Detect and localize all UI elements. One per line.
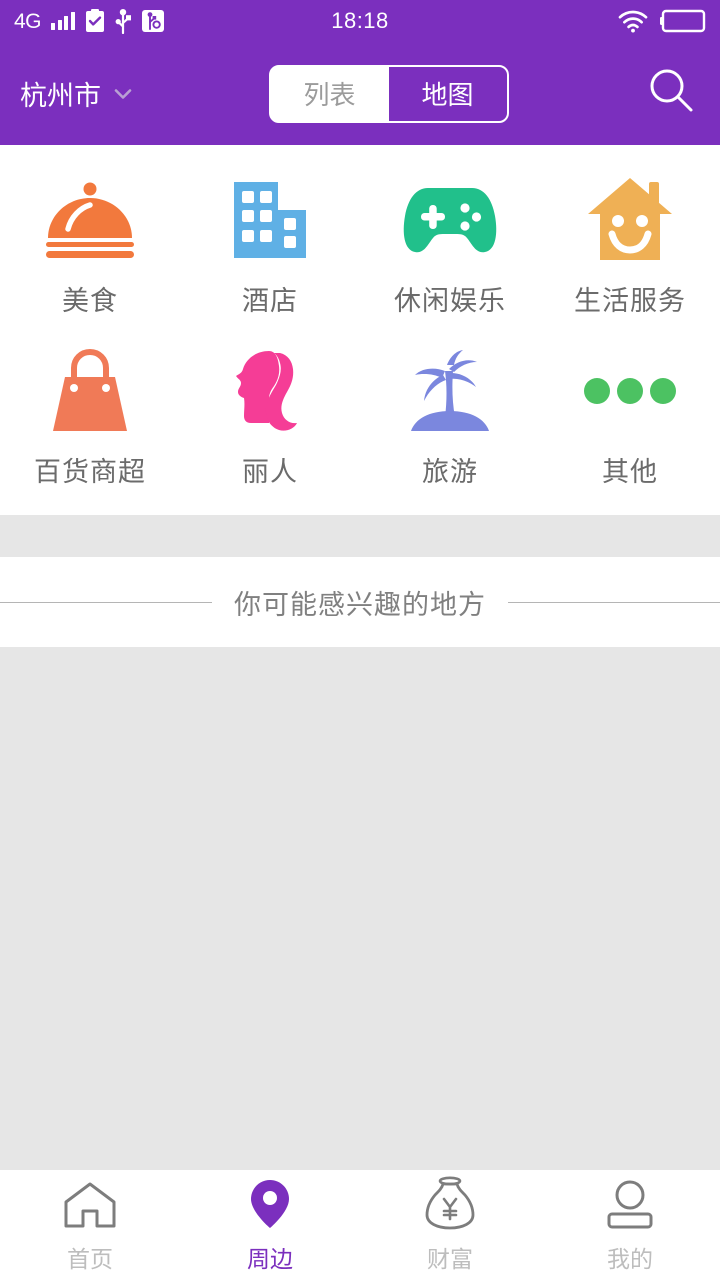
search-button[interactable]: [644, 66, 700, 122]
category-item-food[interactable]: 美食: [0, 171, 180, 324]
woman-profile-icon: [225, 348, 315, 434]
wifi-icon: [618, 10, 648, 33]
category-label: 生活服务: [574, 286, 686, 316]
tab-label: 首页: [67, 1245, 113, 1272]
home-icon: [62, 1178, 118, 1230]
tab-label: 财富: [427, 1245, 473, 1272]
city-selector[interactable]: 杭州市: [20, 74, 133, 113]
map-content-area[interactable]: [0, 647, 720, 1170]
tab-nearby[interactable]: 周边: [180, 1171, 360, 1280]
money-bag-icon: [424, 1175, 476, 1230]
category-label: 酒店: [242, 286, 298, 316]
food-cloche-icon: [42, 177, 138, 263]
category-item-beauty[interactable]: 丽人: [180, 342, 360, 495]
app-root: 4G 18:18 杭州市 列表 地图 美食 酒店 休闲娱乐 生活服务 百货商超 …: [0, 0, 720, 1280]
status-bar-left: 4G: [14, 8, 165, 34]
app-header: 杭州市 列表 地图: [0, 42, 720, 145]
city-name-label: 杭州市: [20, 81, 101, 111]
search-icon: [646, 65, 698, 122]
tab-label: 我的: [607, 1245, 653, 1272]
category-item-other[interactable]: 其他: [540, 342, 720, 495]
section-spacer: [0, 515, 720, 557]
usb-icon: [115, 8, 131, 34]
category-label: 其他: [602, 457, 658, 487]
shopping-bag-icon: [48, 348, 132, 434]
tab-map-view[interactable]: 地图: [388, 66, 507, 121]
category-grid: 美食 酒店 休闲娱乐 生活服务 百货商超 丽人 旅游 其他: [0, 145, 720, 515]
tab-list-view[interactable]: 列表: [270, 66, 389, 121]
smiling-house-icon: [586, 177, 674, 263]
category-label: 旅游: [422, 457, 478, 487]
status-bar-right: [618, 9, 706, 33]
category-item-travel[interactable]: 旅游: [360, 342, 540, 495]
hotel-building-icon: [228, 177, 312, 263]
palm-island-icon: [401, 348, 499, 434]
signal-strength-icon: [51, 12, 75, 30]
category-item-life-services[interactable]: 生活服务: [540, 171, 720, 324]
gamepad-icon: [402, 177, 498, 263]
more-dots-icon: [582, 348, 678, 434]
status-bar: 4G 18:18: [0, 0, 720, 42]
usb-debug-icon: [141, 9, 165, 33]
category-label: 丽人: [242, 457, 298, 487]
network-type-label: 4G: [14, 9, 42, 33]
tab-wealth[interactable]: 财富: [360, 1171, 540, 1280]
person-icon: [603, 1178, 657, 1230]
map-pin-icon: [248, 1178, 292, 1230]
section-header: 你可能感兴趣的地方: [0, 557, 720, 647]
category-item-entertainment[interactable]: 休闲娱乐: [360, 171, 540, 324]
category-label: 休闲娱乐: [394, 286, 506, 316]
category-item-department-store[interactable]: 百货商超: [0, 342, 180, 495]
divider-right: [508, 601, 720, 603]
category-label: 百货商超: [34, 457, 146, 487]
tab-profile[interactable]: 我的: [540, 1171, 720, 1280]
chevron-down-icon: [113, 84, 133, 104]
section-title: 你可能感兴趣的地方: [234, 589, 486, 620]
bottom-tab-bar: 首页 周边 财富 我的: [0, 1170, 720, 1280]
category-label: 美食: [62, 286, 118, 316]
battery-icon: [660, 9, 706, 33]
category-item-hotel[interactable]: 酒店: [180, 171, 360, 324]
tab-home[interactable]: 首页: [0, 1171, 180, 1280]
view-mode-segmented-control[interactable]: 列表 地图: [268, 64, 509, 123]
clipboard-check-icon: [85, 9, 105, 33]
tab-label: 周边: [247, 1245, 293, 1272]
divider-left: [0, 601, 212, 603]
